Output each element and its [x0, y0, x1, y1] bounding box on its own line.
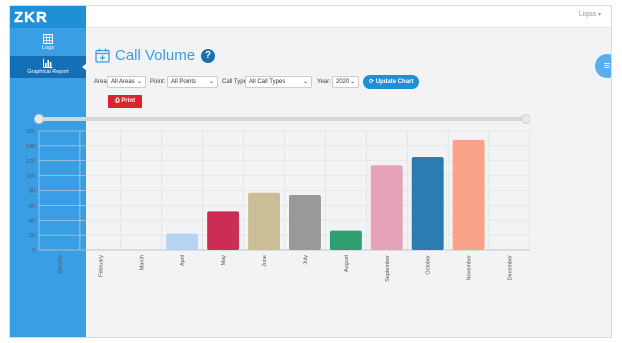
menu-fab-button[interactable]: ≡ — [595, 54, 611, 78]
help-icon[interactable]: ? — [201, 49, 215, 63]
chevron-down-icon: ⌄ — [349, 79, 355, 85]
range-slider-handle-right[interactable] — [521, 114, 531, 124]
refresh-icon: ⟳ — [369, 79, 375, 85]
y-tick-label: 160 — [26, 129, 35, 135]
chevron-down-icon: ⌄ — [208, 79, 214, 85]
point-label: Point: — [150, 79, 166, 85]
area-select-value: All Areas — [111, 79, 135, 85]
bar-october — [411, 157, 444, 250]
y-tick-label: 120 — [26, 159, 35, 165]
y-tick-label: 60 — [29, 203, 35, 209]
app-window: ZKR Liqaa ▾ Logs Graphical Report Call V… — [9, 5, 612, 338]
chevron-down-icon: ⌄ — [136, 79, 142, 85]
printer-icon: ⎙ — [114, 98, 120, 104]
top-bar: ZKR Liqaa ▾ — [10, 6, 611, 28]
chevron-down-icon: ⌄ — [302, 79, 308, 85]
y-tick-label: 0 — [32, 248, 35, 254]
page-title: Call Volume — [115, 47, 196, 64]
user-menu[interactable]: Liqaa ▾ — [579, 11, 601, 18]
active-indicator — [82, 63, 87, 71]
x-tick-label: March — [139, 255, 145, 270]
chevron-down-icon: ▾ — [597, 12, 601, 18]
y-tick-label: 80 — [29, 189, 35, 195]
year-select[interactable]: 2020 ⌄ — [332, 76, 359, 88]
bar-july — [289, 194, 321, 250]
print-label: Print — [121, 98, 136, 104]
x-tick-label: October — [426, 255, 432, 275]
y-tick-label: 40 — [29, 218, 35, 224]
zkr-logo: ZKR — [14, 9, 48, 24]
user-name: Liqaa — [578, 11, 596, 18]
year-select-value: 2020 — [336, 79, 350, 85]
hamburger-icon: ≡ — [603, 60, 611, 72]
call-type-select-value: All Call Types — [249, 79, 286, 85]
table-icon — [43, 34, 53, 44]
bar-september — [370, 165, 403, 250]
point-select-value: All Points — [171, 79, 197, 85]
sidebar-item-label: Logs — [42, 45, 54, 51]
bar-november — [452, 139, 485, 250]
year-label: Year: — [317, 79, 331, 85]
x-tick-label: December — [508, 255, 514, 281]
update-chart-button[interactable]: ⟳ Update Chart — [363, 75, 420, 89]
bar-april — [166, 233, 199, 250]
y-tick-label: 100 — [26, 174, 35, 180]
x-tick-label: February — [98, 255, 104, 277]
x-tick-label: November — [467, 255, 473, 281]
print-button[interactable]: ⎙ Print — [108, 95, 142, 108]
point-select[interactable]: All Points ⌄ — [167, 76, 218, 88]
x-tick-label: September — [385, 255, 391, 282]
sidebar-item-graphical-report[interactable]: Graphical Report — [10, 56, 87, 78]
bar-chart-icon — [43, 58, 53, 68]
x-tick-label: June — [262, 255, 268, 267]
calendar-plus-icon — [95, 48, 110, 63]
y-tick-label: 20 — [29, 233, 35, 239]
x-tick-label: August — [344, 255, 350, 273]
x-tick-label: May — [221, 255, 227, 266]
sidebar-item-label: Graphical Report — [27, 69, 69, 75]
svg-text:ZKR: ZKR — [14, 9, 48, 24]
x-tick-label: January — [57, 255, 63, 275]
logo-area[interactable]: ZKR — [10, 6, 86, 28]
sidebar-item-logs[interactable]: Logs — [10, 32, 86, 56]
call-type-select[interactable]: All Call Types ⌄ — [245, 76, 312, 88]
update-chart-label: Update Chart — [375, 79, 414, 85]
x-tick-label: July — [303, 255, 309, 265]
y-tick-label: 140 — [26, 144, 35, 150]
bar-may — [207, 211, 240, 250]
bar-june — [248, 192, 280, 250]
bar-august — [329, 230, 362, 250]
x-tick-label: April — [180, 255, 186, 266]
call-volume-chart: 0 20 40 60 80 100 120 140 160 January February Marc… — [26, 114, 531, 282]
area-select[interactable]: All Areas ⌄ — [107, 76, 146, 88]
range-slider-handle-left[interactable] — [34, 114, 44, 124]
